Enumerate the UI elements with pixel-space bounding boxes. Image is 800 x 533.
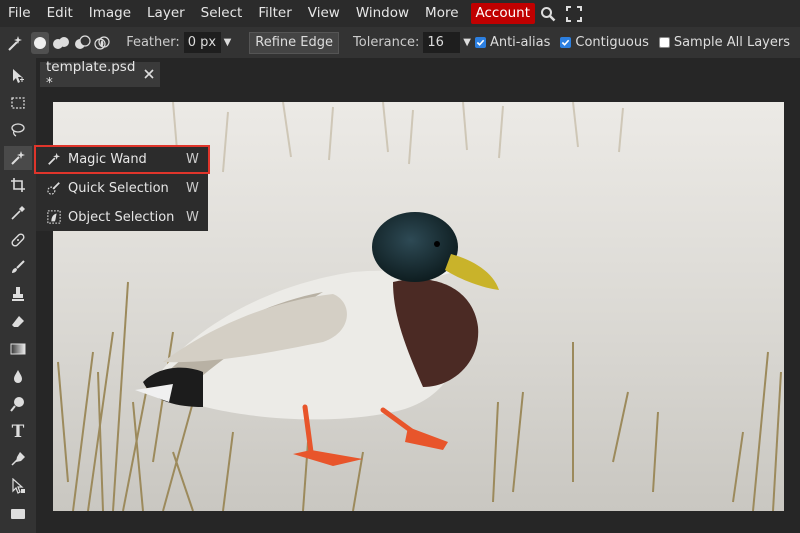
menu-more[interactable]: More bbox=[417, 0, 466, 27]
type-tool-icon[interactable]: T bbox=[4, 420, 32, 444]
contiguous-checkbox[interactable] bbox=[560, 37, 572, 48]
account-button[interactable]: Account bbox=[470, 3, 536, 24]
anti-alias-label: Anti-alias bbox=[489, 35, 551, 50]
quick-selection-icon bbox=[42, 181, 66, 195]
lasso-tool-icon[interactable] bbox=[4, 118, 32, 142]
object-selection-icon bbox=[42, 210, 66, 224]
gradient-tool-icon[interactable] bbox=[4, 337, 32, 361]
flyout-item-label: Quick Selection bbox=[68, 180, 169, 196]
move-tool-icon[interactable] bbox=[4, 64, 32, 88]
menu-filter[interactable]: Filter bbox=[250, 0, 299, 27]
feather-input[interactable]: 0 px bbox=[183, 32, 221, 53]
close-tab-icon[interactable] bbox=[144, 67, 154, 83]
fullscreen-icon[interactable] bbox=[561, 0, 587, 27]
tab-title: template.psd * bbox=[46, 58, 136, 91]
add-selection-icon[interactable] bbox=[51, 35, 71, 51]
document-tabs: template.psd * bbox=[36, 58, 800, 91]
tolerance-input[interactable]: 16 bbox=[423, 32, 461, 53]
intersect-selection-icon[interactable] bbox=[92, 35, 112, 51]
tools-panel: T bbox=[0, 58, 36, 533]
menu-select[interactable]: Select bbox=[193, 0, 251, 27]
menu-window[interactable]: Window bbox=[348, 0, 417, 27]
magic-wand-tool-icon[interactable] bbox=[4, 146, 32, 170]
search-icon[interactable] bbox=[535, 0, 561, 27]
options-bar: Feather: 0 px ▼ Refine Edge Tolerance: 1… bbox=[0, 27, 800, 58]
eyedropper-tool-icon[interactable] bbox=[4, 201, 32, 225]
anti-alias-option[interactable]: Anti-alias bbox=[474, 35, 551, 50]
sample-all-layers-label: Sample All Layers bbox=[673, 35, 790, 50]
flyout-item-shortcut: W bbox=[186, 209, 199, 225]
healing-tool-icon[interactable] bbox=[4, 228, 32, 252]
pen-tool-icon[interactable] bbox=[4, 447, 32, 471]
refine-edge-button[interactable]: Refine Edge bbox=[249, 31, 340, 54]
tolerance-label: Tolerance: bbox=[353, 35, 420, 50]
stamp-tool-icon[interactable] bbox=[4, 282, 32, 306]
sample-all-layers-checkbox[interactable] bbox=[658, 37, 670, 48]
sample-all-layers-option[interactable]: Sample All Layers bbox=[658, 35, 790, 50]
crop-tool-icon[interactable] bbox=[4, 173, 32, 197]
document-tab[interactable]: template.psd * bbox=[40, 59, 160, 91]
menu-edit[interactable]: Edit bbox=[39, 0, 81, 27]
magic-wand-icon bbox=[0, 34, 31, 52]
anti-alias-checkbox[interactable] bbox=[474, 37, 486, 48]
flyout-item-label: Object Selection bbox=[68, 209, 175, 225]
menu-bar: File Edit Image Layer Select Filter View… bbox=[0, 0, 800, 27]
menu-view[interactable]: View bbox=[300, 0, 348, 27]
menu-file[interactable]: File bbox=[0, 0, 39, 27]
shape-tool-icon[interactable] bbox=[4, 502, 32, 526]
flyout-item-shortcut: W bbox=[186, 180, 199, 196]
menu-image[interactable]: Image bbox=[81, 0, 139, 27]
contiguous-option[interactable]: Contiguous bbox=[560, 35, 649, 50]
blur-tool-icon[interactable] bbox=[4, 365, 32, 389]
flyout-item-object-selection[interactable]: Object Selection W bbox=[36, 203, 208, 231]
feather-dropdown-icon[interactable]: ▼ bbox=[224, 37, 232, 48]
marquee-tool-icon[interactable] bbox=[4, 91, 32, 115]
eraser-tool-icon[interactable] bbox=[4, 310, 32, 334]
feather-label: Feather: bbox=[126, 35, 180, 50]
brush-tool-icon[interactable] bbox=[4, 255, 32, 279]
magic-wand-highlight-box bbox=[34, 145, 210, 174]
contiguous-label: Contiguous bbox=[575, 35, 649, 50]
flyout-item-quick-selection[interactable]: Quick Selection W bbox=[36, 174, 208, 202]
tolerance-dropdown-icon[interactable]: ▼ bbox=[463, 37, 471, 48]
new-selection-icon[interactable] bbox=[30, 31, 50, 54]
menu-layer[interactable]: Layer bbox=[139, 0, 193, 27]
dodge-tool-icon[interactable] bbox=[4, 392, 32, 416]
path-select-tool-icon[interactable] bbox=[4, 474, 32, 498]
subtract-selection-icon[interactable] bbox=[72, 34, 92, 51]
